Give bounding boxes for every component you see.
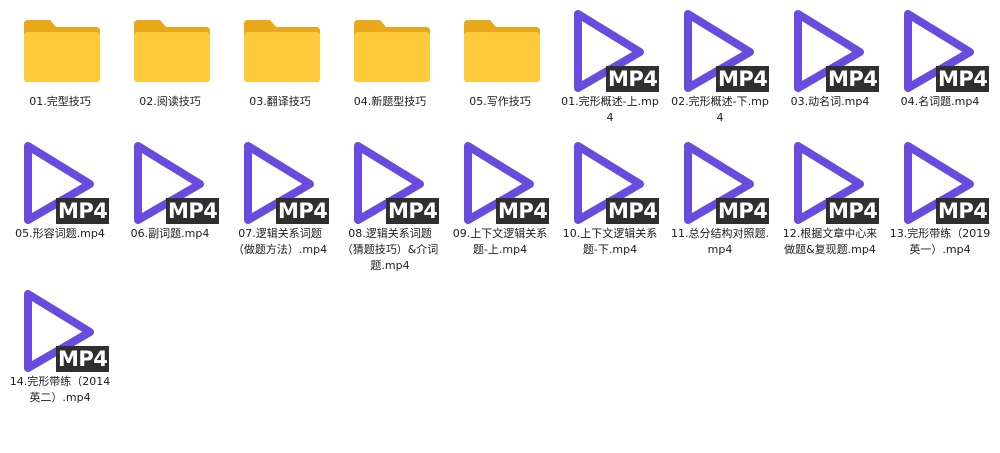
- video-file-item[interactable]: MP4 02.完形概述-下.mp4: [665, 8, 775, 126]
- mp4-video-icon: MP4: [12, 288, 110, 372]
- video-file-label: 05.形容词题.mp4: [15, 227, 105, 240]
- folder-icon: [452, 8, 548, 88]
- mp4-badge: MP4: [276, 198, 330, 224]
- folder-label: 04.新题型技巧: [353, 95, 427, 108]
- video-file-item[interactable]: MP4 11.总分结构对照题.mp4: [665, 140, 775, 258]
- mp4-badge: MP4: [166, 198, 220, 224]
- folder-item[interactable]: 03.翻译技巧: [225, 8, 335, 110]
- video-file-item[interactable]: MP4 06.副词题.mp4: [115, 140, 225, 242]
- video-file-item[interactable]: MP4 10.上下文逻辑关系题-下.mp4: [555, 140, 665, 258]
- video-file-item[interactable]: MP4 03.动名词.mp4: [775, 8, 885, 110]
- video-file-item[interactable]: MP4 14.完形带练（2014英二）.mp4: [5, 288, 115, 406]
- video-file-label: 12.根据文章中心来做题&复现题.mp4: [782, 227, 878, 256]
- mp4-video-icon: MP4: [892, 8, 990, 92]
- folder-item[interactable]: 05.写作技巧: [445, 8, 555, 110]
- video-file-item[interactable]: MP4 09.上下文逻辑关系题-上.mp4: [445, 140, 555, 258]
- video-file-label: 11.总分结构对照题.mp4: [671, 227, 769, 256]
- mp4-badge: MP4: [386, 198, 440, 224]
- mp4-badge: MP4: [496, 198, 550, 224]
- video-file-item[interactable]: MP4 08.逻辑关系词题（猜题技巧）&介词题.mp4: [335, 140, 445, 274]
- video-file-item[interactable]: MP4 05.形容词题.mp4: [5, 140, 115, 242]
- folder-icon: [232, 8, 328, 88]
- video-file-label: 09.上下文逻辑关系题-上.mp4: [452, 227, 548, 256]
- folder-icon: [342, 8, 438, 88]
- video-file-label: 01.完形概述-上.mp4: [561, 95, 659, 124]
- mp4-video-icon: MP4: [782, 8, 880, 92]
- folder-label: 05.写作技巧: [469, 95, 531, 108]
- mp4-video-icon: MP4: [672, 8, 770, 92]
- file-grid: 01.完型技巧 02.阅读技巧 03.翻译技巧 04.新题型技巧 05.写作技巧…: [0, 0, 1000, 453]
- mp4-badge: MP4: [936, 66, 990, 92]
- mp4-badge: MP4: [606, 66, 660, 92]
- mp4-video-icon: MP4: [782, 140, 880, 224]
- video-file-item[interactable]: MP4 04.名词题.mp4: [885, 8, 995, 110]
- folder-item[interactable]: 04.新题型技巧: [335, 8, 445, 110]
- mp4-badge: MP4: [56, 198, 110, 224]
- video-file-label: 07.逻辑关系词题（做题方法）.mp4: [232, 227, 328, 256]
- mp4-video-icon: MP4: [232, 140, 330, 224]
- video-file-label: 10.上下文逻辑关系题-下.mp4: [562, 227, 658, 256]
- video-file-item[interactable]: MP4 13.完形带练（2019英一）.mp4: [885, 140, 995, 258]
- mp4-video-icon: MP4: [892, 140, 990, 224]
- mp4-badge: MP4: [826, 198, 880, 224]
- folder-label: 03.翻译技巧: [249, 95, 311, 108]
- mp4-video-icon: MP4: [562, 140, 660, 224]
- video-file-label: 03.动名词.mp4: [790, 95, 870, 108]
- mp4-badge: MP4: [56, 346, 110, 372]
- folder-label: 02.阅读技巧: [139, 95, 201, 108]
- folder-label: 01.完型技巧: [29, 95, 91, 108]
- folder-icon: [122, 8, 218, 88]
- mp4-badge: MP4: [716, 198, 770, 224]
- mp4-badge: MP4: [826, 66, 880, 92]
- video-file-item[interactable]: MP4 01.完形概述-上.mp4: [555, 8, 665, 126]
- mp4-video-icon: MP4: [562, 8, 660, 92]
- video-file-label: 06.副词题.mp4: [130, 227, 210, 240]
- folder-item[interactable]: 01.完型技巧: [5, 8, 115, 110]
- mp4-video-icon: MP4: [122, 140, 220, 224]
- video-file-label: 04.名词题.mp4: [900, 95, 980, 108]
- mp4-video-icon: MP4: [672, 140, 770, 224]
- mp4-video-icon: MP4: [342, 140, 440, 224]
- mp4-video-icon: MP4: [452, 140, 550, 224]
- video-file-label: 14.完形带练（2014英二）.mp4: [9, 375, 111, 404]
- video-file-label: 02.完形概述-下.mp4: [671, 95, 769, 124]
- video-file-item[interactable]: MP4 07.逻辑关系词题（做题方法）.mp4: [225, 140, 335, 258]
- mp4-badge: MP4: [606, 198, 660, 224]
- video-file-label: 13.完形带练（2019英一）.mp4: [889, 227, 991, 256]
- mp4-badge: MP4: [936, 198, 990, 224]
- folder-icon: [12, 8, 108, 88]
- folder-item[interactable]: 02.阅读技巧: [115, 8, 225, 110]
- video-file-label: 08.逻辑关系词题（猜题技巧）&介词题.mp4: [341, 227, 439, 272]
- video-file-item[interactable]: MP4 12.根据文章中心来做题&复现题.mp4: [775, 140, 885, 258]
- mp4-badge: MP4: [716, 66, 770, 92]
- mp4-video-icon: MP4: [12, 140, 110, 224]
